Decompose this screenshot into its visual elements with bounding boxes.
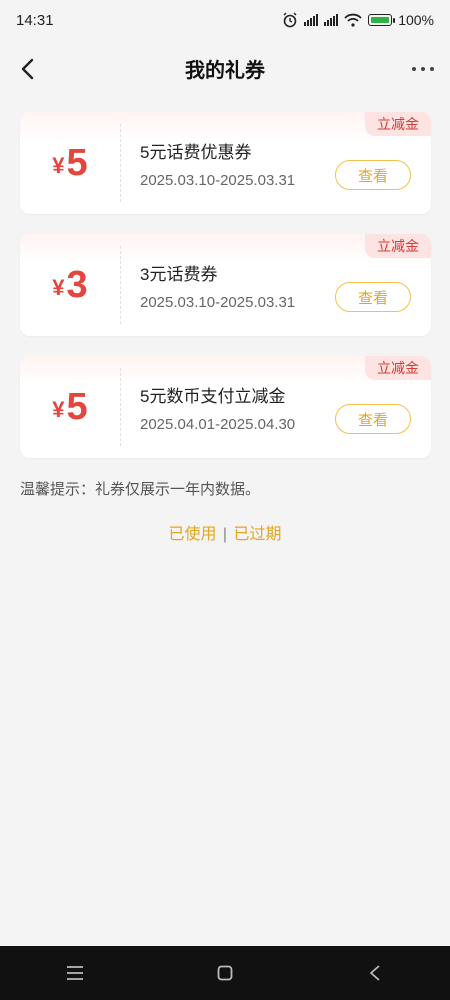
amount-value: 5 bbox=[66, 385, 88, 428]
coupon-card: ¥ 5 5元数币支付立减金 2025.04.01-2025.04.30 查看 立… bbox=[20, 356, 431, 458]
expired-link[interactable]: 已过期 bbox=[234, 526, 282, 543]
coupon-date-range: 2025.03.10-2025.03.31 bbox=[140, 294, 296, 311]
coupon-card: ¥ 5 5元话费优惠券 2025.03.10-2025.03.31 查看 立减金 bbox=[20, 112, 431, 214]
coupon-list: ¥ 5 5元话费优惠券 2025.03.10-2025.03.31 查看 立减金… bbox=[20, 112, 431, 478]
link-separator: | bbox=[222, 526, 228, 543]
menu-button[interactable] bbox=[60, 958, 90, 988]
more-dots-icon bbox=[412, 67, 434, 71]
status-time: 14:31 bbox=[16, 11, 54, 29]
coupon-name: 5元话费优惠券 bbox=[140, 143, 252, 162]
dashed-divider bbox=[120, 246, 121, 324]
coupon-date-range: 2025.03.10-2025.03.31 bbox=[140, 172, 296, 189]
coupon-card: ¥ 3 3元话费券 2025.03.10-2025.03.31 查看 立减金 bbox=[20, 234, 431, 336]
amount-value: 5 bbox=[66, 141, 88, 184]
used-link[interactable]: 已使用 bbox=[168, 526, 216, 543]
chevron-left-icon bbox=[21, 58, 34, 80]
alarm-icon bbox=[283, 12, 297, 28]
back-nav-button[interactable] bbox=[360, 958, 390, 988]
home-square-icon bbox=[217, 965, 233, 981]
coupon-amount: ¥ 5 bbox=[20, 356, 120, 458]
more-button[interactable] bbox=[408, 54, 438, 84]
coupon-tag: 立减金 bbox=[365, 356, 431, 380]
status-bar: 14:31 100% bbox=[0, 0, 450, 40]
currency-symbol: ¥ bbox=[52, 275, 65, 300]
dashed-divider bbox=[120, 368, 121, 446]
tip-text: 温馨提示：礼券仅展示一年内数据。 bbox=[20, 481, 261, 498]
dashed-divider bbox=[120, 124, 121, 202]
currency-symbol: ¥ bbox=[52, 397, 65, 422]
coupon-date-range: 2025.04.01-2025.04.30 bbox=[140, 416, 296, 433]
coupon-amount: ¥ 5 bbox=[20, 112, 120, 214]
coupon-tag: 立减金 bbox=[365, 112, 431, 136]
coupon-name: 5元数币支付立减金 bbox=[140, 387, 286, 406]
coupon-name: 3元话费券 bbox=[140, 265, 218, 284]
amount-value: 3 bbox=[66, 263, 88, 306]
view-button[interactable]: 查看 bbox=[335, 160, 411, 190]
back-triangle-icon bbox=[370, 965, 380, 981]
signal-icon-2 bbox=[324, 14, 339, 26]
page-title: 我的礼券 bbox=[185, 59, 265, 82]
app-header: 我的礼券 bbox=[0, 40, 450, 96]
history-links: 已使用 | 已过期 bbox=[0, 520, 450, 544]
coupon-amount: ¥ 3 bbox=[20, 234, 120, 336]
home-button[interactable] bbox=[210, 958, 240, 988]
menu-icon bbox=[67, 966, 83, 980]
status-icons: 100% bbox=[282, 12, 434, 28]
wifi-icon bbox=[344, 13, 362, 27]
coupon-tag: 立减金 bbox=[365, 234, 431, 258]
view-button[interactable]: 查看 bbox=[335, 282, 411, 312]
signal-icon bbox=[304, 14, 319, 26]
system-nav-bar bbox=[0, 946, 450, 1000]
battery-level: 100% bbox=[398, 12, 434, 28]
currency-symbol: ¥ bbox=[52, 153, 65, 178]
battery-icon bbox=[368, 14, 396, 26]
back-button[interactable] bbox=[12, 54, 42, 84]
view-button[interactable]: 查看 bbox=[335, 404, 411, 434]
